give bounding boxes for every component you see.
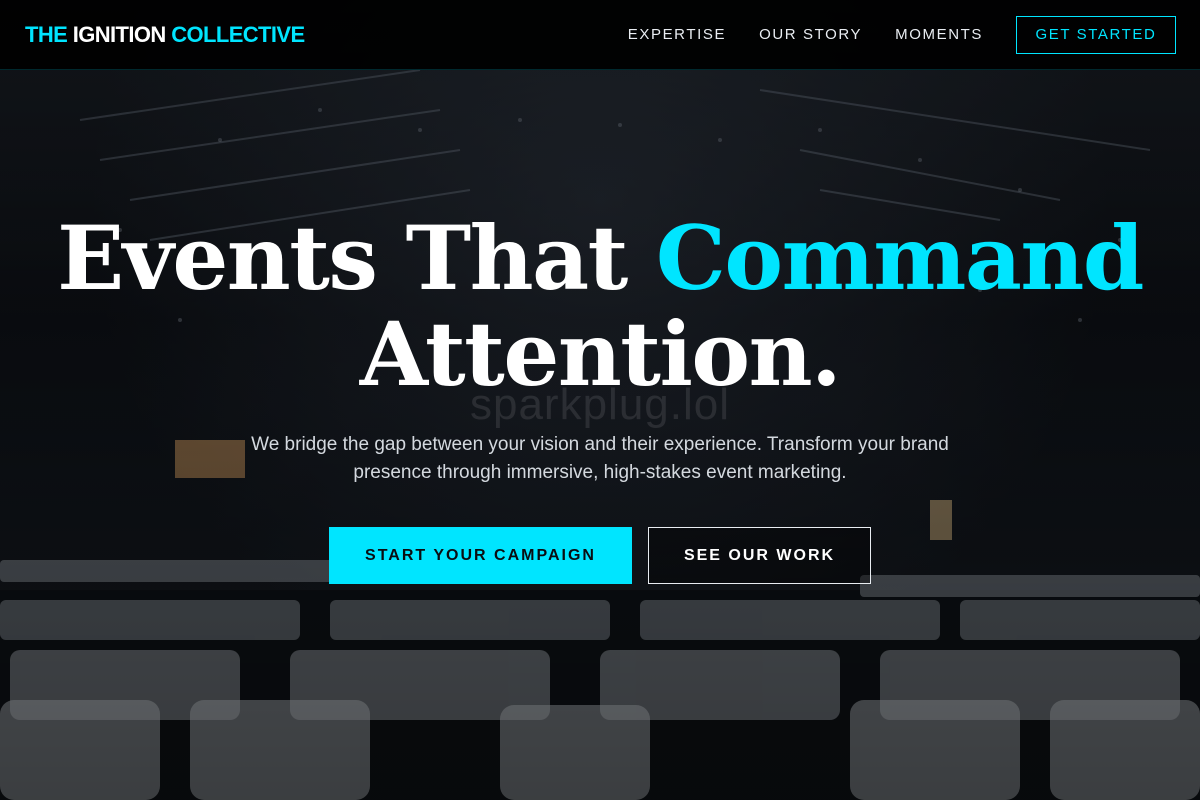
- hero-headline: Events That Command Attention.: [0, 210, 1200, 402]
- headline-accent-word: Command: [655, 206, 1145, 310]
- brand-logo[interactable]: THE IGNITION COLLECTIVE: [25, 22, 305, 48]
- headline-text-part1: Events That: [57, 206, 656, 310]
- nav-link-our-story[interactable]: OUR STORY: [759, 26, 862, 43]
- main-nav: EXPERTISE OUR STORY MOMENTS GET STARTED: [628, 15, 1176, 54]
- see-our-work-button[interactable]: SEE OUR WORK: [648, 527, 871, 584]
- logo-part-the: THE: [25, 21, 73, 47]
- site-header: THE IGNITION COLLECTIVE EXPERTISE OUR ST…: [0, 0, 1200, 70]
- landing-page: THE IGNITION COLLECTIVE EXPERTISE OUR ST…: [0, 0, 1200, 800]
- nav-link-moments[interactable]: MOMENTS: [895, 26, 983, 43]
- nav-link-expertise[interactable]: EXPERTISE: [628, 26, 726, 43]
- hero-subtitle: We bridge the gap between your vision an…: [251, 434, 949, 483]
- get-started-button[interactable]: GET STARTED: [1016, 15, 1176, 54]
- hero-section: Events That Command Attention. sparkplug.…: [0, 0, 1200, 800]
- start-campaign-button[interactable]: START YOUR CAMPAIGN: [329, 527, 632, 584]
- watermark-text: sparkplug.lol: [469, 380, 731, 429]
- logo-part-ignition: IGNITION: [72, 21, 167, 47]
- logo-part-collective: COLLECTIVE: [165, 21, 305, 47]
